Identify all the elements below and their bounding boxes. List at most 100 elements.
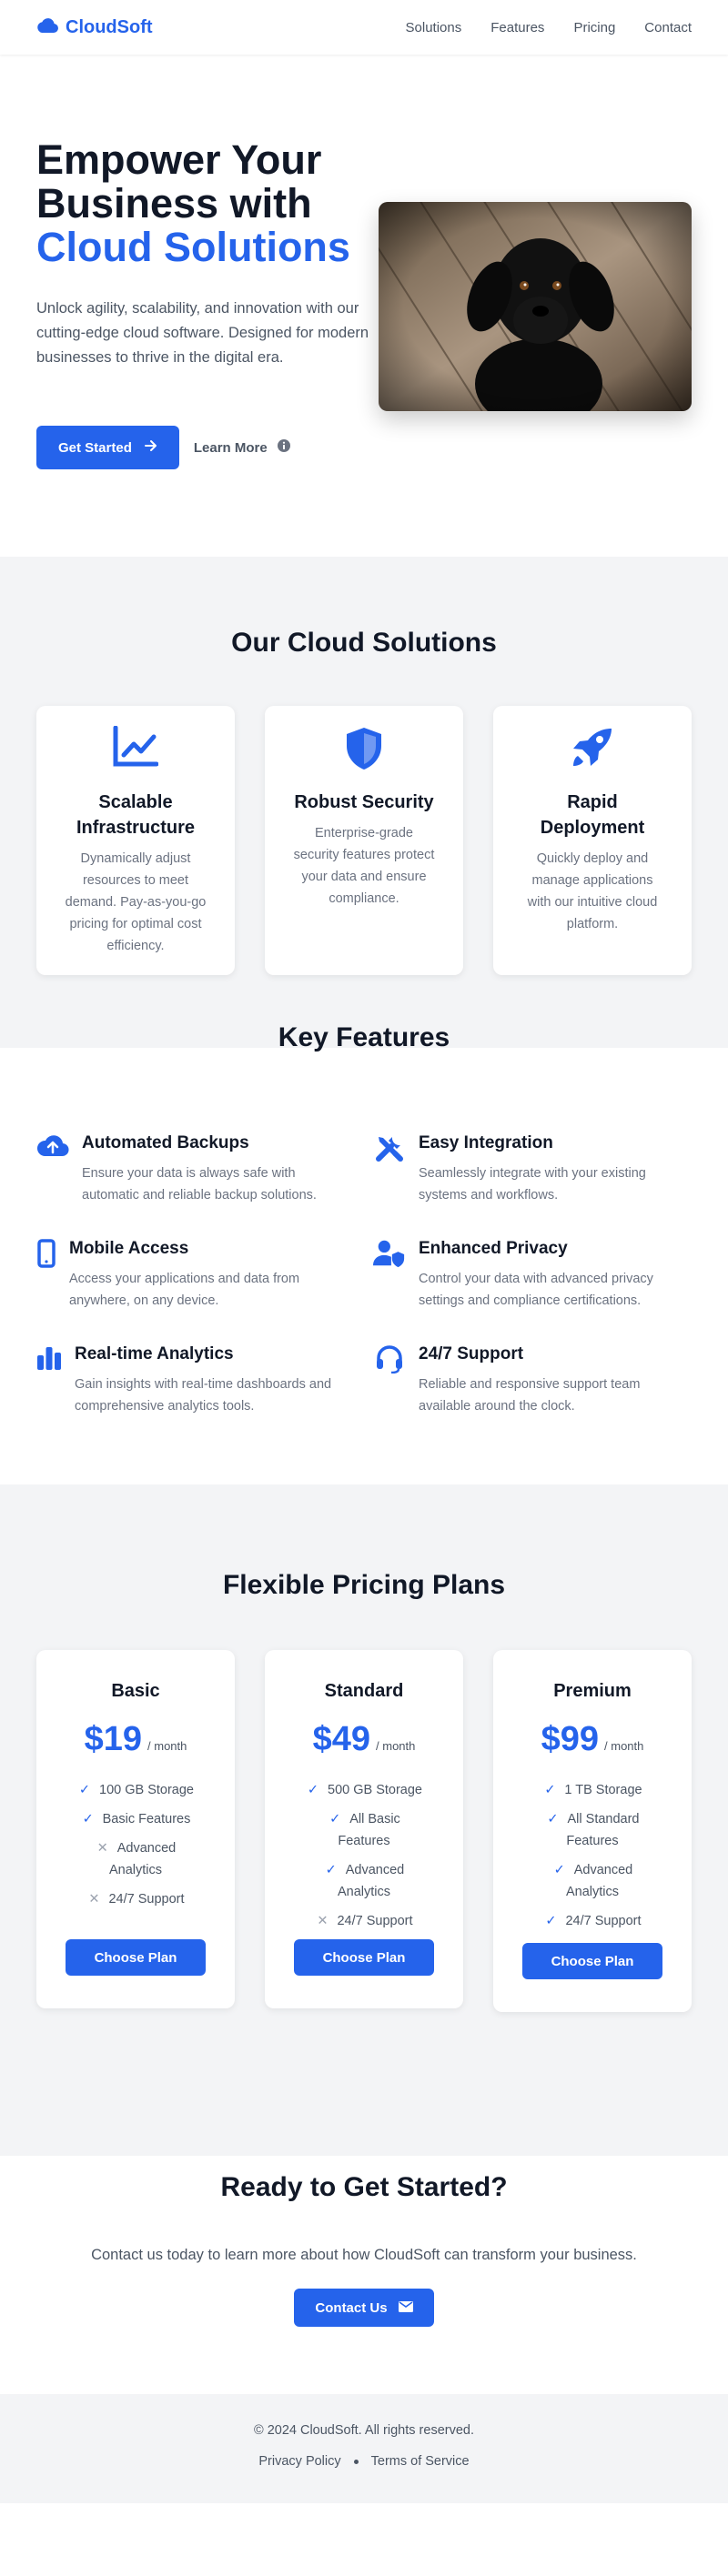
check-icon: ✓ [78, 1783, 91, 1797]
plan-feature: ✓ Advanced Analytics [265, 1859, 463, 1903]
plan-feature: ✓ All Standard Features [493, 1808, 692, 1852]
plan-price-amount: $49 [312, 1720, 371, 1758]
check-icon: ✓ [325, 1863, 337, 1877]
user-shield-icon [373, 1237, 406, 1312]
cloud-icon [36, 17, 58, 38]
check-icon: ✓ [307, 1783, 319, 1797]
nav-pricing[interactable]: Pricing [573, 20, 615, 35]
x-icon: ✕ [96, 1841, 108, 1856]
feature-text: Reliable and responsive support team ava… [419, 1377, 641, 1414]
feature-item: 24/7 Support Reliable and responsive sup… [373, 1343, 682, 1417]
nav-solutions[interactable]: Solutions [406, 20, 462, 35]
plan-feature: ✕ 24/7 Support [36, 1888, 235, 1910]
terms-link[interactable]: Terms of Service [371, 2454, 470, 2469]
hero-image [379, 202, 692, 411]
plan-feature: ✓ Advanced Analytics [493, 1859, 692, 1903]
plan-name: Basic [111, 1681, 160, 1701]
plan-card-basic: Basic $19 / month ✓ 100 GB Storage ✓ Basic… [36, 1650, 235, 2008]
hero-section: Empower Your Business with Cloud Solutio… [0, 55, 728, 557]
feature-item: Easy Integration Seamlessly integrate wi… [373, 1132, 682, 1206]
plan-card-premium: Premium $99 / month ✓ 1 TB Storage ✓ All S… [493, 1650, 692, 2012]
brand-name: CloudSoft [66, 16, 153, 37]
feature-item: Automated Backups Ensure your data is al… [36, 1132, 346, 1206]
feature-title: Enhanced Privacy [419, 1239, 568, 1258]
cta-title: Ready to Get Started? [220, 2172, 508, 2202]
site-footer: © 2024 CloudSoft. All rights reserved. P… [0, 2394, 728, 2503]
site-header: CloudSoft Solutions Features Pricing Con… [0, 0, 728, 55]
plan-feature: ✓ 100 GB Storage [36, 1779, 235, 1801]
feature-text: Control your data with advanced privacy … [419, 1272, 653, 1308]
check-icon: ✓ [329, 1812, 341, 1826]
plan-feature: ✓ 500 GB Storage [265, 1779, 463, 1801]
separator-dot [353, 2459, 359, 2464]
rocket-icon [493, 726, 692, 770]
hero-title-line1: Empower Your [36, 136, 322, 183]
plan-feature: ✓ All Basic Features [265, 1808, 463, 1852]
envelope-icon [398, 2300, 413, 2316]
chart-line-icon [36, 726, 235, 770]
check-icon: ✓ [553, 1863, 565, 1877]
feature-title: Easy Integration [419, 1133, 553, 1152]
copyright: © 2024 CloudSoft. All rights reserved. [253, 2423, 474, 2438]
plan-feature: ✓ 24/7 Support [493, 1910, 692, 1932]
features-title: Key Features [278, 1022, 450, 1052]
learn-more-button[interactable]: Learn More [194, 438, 291, 457]
feature-text: Gain insights with real-time dashboards … [75, 1377, 332, 1414]
solution-text: Dynamically adjust resources to meet dem… [65, 851, 207, 953]
privacy-policy-link[interactable]: Privacy Policy [258, 2454, 340, 2469]
footer-links: Privacy Policy Terms of Service [0, 2454, 728, 2469]
nav-contact[interactable]: Contact [644, 20, 692, 35]
solution-card: Robust Security Enterprise-grade securit… [265, 706, 463, 975]
plan-price-amount: $19 [84, 1720, 143, 1758]
solutions-title: Our Cloud Solutions [231, 628, 497, 658]
hero-actions: Get Started Learn More [36, 426, 291, 469]
plan-feature: ✕ Advanced Analytics [36, 1837, 235, 1881]
feature-item: Real-time Analytics Gain insights with r… [36, 1343, 346, 1417]
feature-title: Automated Backups [82, 1133, 249, 1152]
feature-item: Mobile Access Access your applications a… [36, 1237, 346, 1312]
plan-price: $49 / month [265, 1720, 463, 1759]
contact-us-button[interactable]: Contact Us [294, 2289, 434, 2327]
feature-title: Mobile Access [69, 1239, 189, 1258]
hero-description: Unlock agility, scalability, and innovat… [36, 300, 369, 366]
feature-item: Enhanced Privacy Control your data with … [373, 1237, 682, 1312]
check-icon: ✓ [547, 1812, 559, 1826]
plan-price-unit: / month [376, 1739, 416, 1753]
choose-plan-button[interactable]: Choose Plan [522, 1943, 662, 1979]
plan-feature: ✓ Basic Features [36, 1808, 235, 1830]
choose-plan-button[interactable]: Choose Plan [66, 1939, 206, 1976]
solution-card: Rapid Deployment Quickly deploy and mana… [493, 706, 692, 975]
get-started-label: Get Started [58, 439, 132, 456]
check-icon: ✓ [545, 1914, 557, 1928]
pricing-section: Flexible Pricing Plans Basic $19 / month… [0, 1484, 728, 2156]
cloud-upload-icon [36, 1132, 69, 1206]
get-started-button[interactable]: Get Started [36, 426, 179, 469]
pricing-title: Flexible Pricing Plans [222, 1570, 506, 1600]
nav-features[interactable]: Features [490, 20, 544, 35]
plan-price-amount: $99 [541, 1720, 600, 1758]
solutions-section: Our Cloud Solutions Scalable Infrastruct… [0, 557, 728, 1048]
plan-name: Premium [553, 1681, 632, 1701]
hero-title-line2: Business with [36, 180, 312, 226]
plan-price-unit: / month [147, 1739, 187, 1753]
arrow-right-icon [144, 439, 157, 456]
bar-chart-icon [36, 1343, 62, 1417]
plan-card-standard: Standard $49 / month ✓ 500 GB Storage ✓ Al… [265, 1650, 463, 2008]
headset-icon [373, 1343, 406, 1417]
contact-us-label: Contact Us [315, 2299, 388, 2316]
feature-text: Ensure your data is always safe with aut… [82, 1166, 317, 1202]
feature-text: Seamlessly integrate with your existing … [419, 1166, 646, 1202]
brand-logo[interactable]: CloudSoft [36, 17, 153, 38]
plan-price: $19 / month [36, 1720, 235, 1759]
plan-feature: ✓ 1 TB Storage [493, 1779, 692, 1801]
plan-name: Standard [324, 1681, 404, 1701]
cta-section: Ready to Get Started? Contact us today t… [0, 2156, 728, 2394]
plan-feature-list: ✓ 500 GB Storage ✓ All Basic Features ✓ Adv… [265, 1779, 463, 1932]
cta-description: Contact us today to learn more about how… [91, 2247, 637, 2263]
choose-plan-button[interactable]: Choose Plan [294, 1939, 434, 1976]
plan-feature: ✕ 24/7 Support [265, 1910, 463, 1932]
plan-feature-list: ✓ 100 GB Storage ✓ Basic Features ✕ Advance… [36, 1779, 235, 1910]
main-nav: Solutions Features Pricing Contact [406, 20, 692, 35]
solution-title: Robust Security [294, 792, 434, 812]
mobile-icon [36, 1237, 56, 1312]
